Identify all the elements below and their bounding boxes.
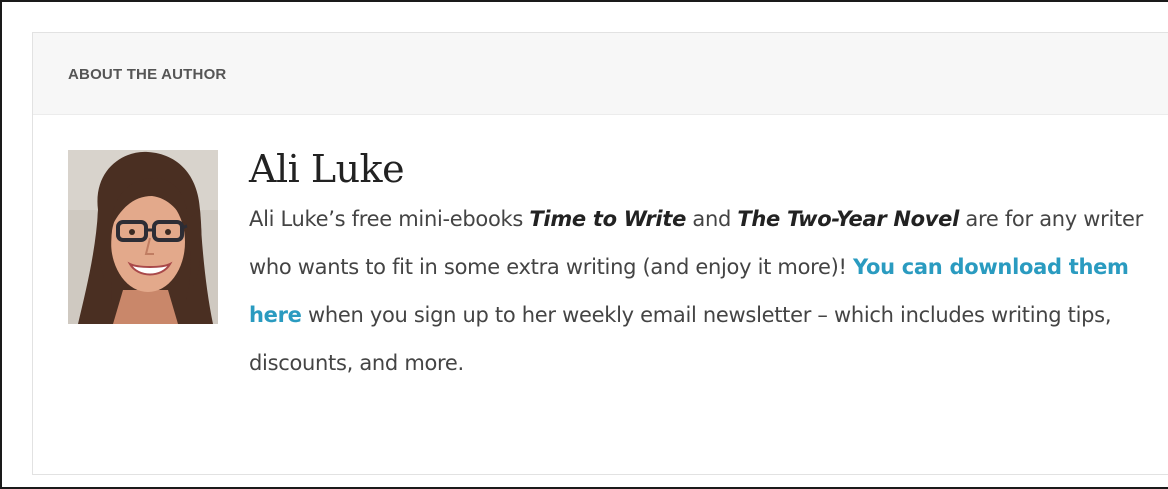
author-box-title: ABOUT THE AUTHOR	[68, 66, 227, 83]
author-box-header: ABOUT THE AUTHOR	[33, 33, 1168, 115]
author-details: Ali Luke Ali Luke’s free mini-ebooks Tim…	[249, 145, 1159, 387]
author-box: ABOUT THE AUTHOR Ali Luke Ali Luke’s fre…	[32, 32, 1168, 475]
author-avatar	[68, 150, 218, 324]
author-bio: Ali Luke’s free mini-ebooks Time to Writ…	[249, 195, 1159, 387]
bio-text: Ali Luke’s free mini-ebooks	[249, 207, 530, 231]
author-photo-icon	[68, 150, 218, 324]
book-title: Time to Write	[529, 207, 687, 231]
book-title: The Two-Year Novel	[737, 207, 960, 231]
author-name: Ali Luke	[249, 147, 405, 191]
bio-text: when you sign up to her weekly email new…	[249, 303, 1112, 375]
page-frame: ABOUT THE AUTHOR Ali Luke Ali Luke’s fre…	[0, 0, 1168, 489]
author-box-body: Ali Luke Ali Luke’s free mini-ebooks Tim…	[33, 115, 1168, 375]
bio-text: and	[686, 207, 738, 231]
